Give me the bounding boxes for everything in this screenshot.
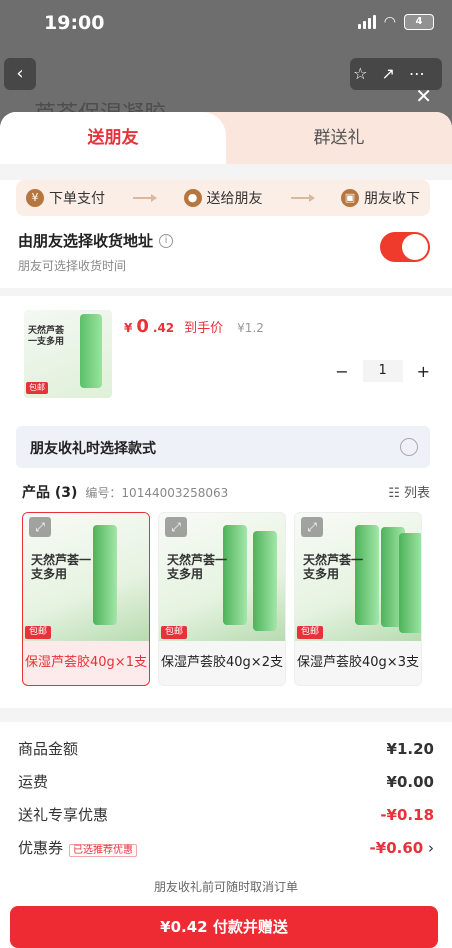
fee-row: 商品金额 ¥1.20 bbox=[18, 732, 434, 765]
yen-icon: ¥ bbox=[26, 189, 44, 207]
option-image: ⤢ 天然芦荟一支多用 包邮 bbox=[295, 513, 421, 641]
address-subtitle: 朋友可选择收货时间 bbox=[18, 259, 127, 273]
coupon-row[interactable]: 优惠券 已选推荐优惠 -¥0.60 › bbox=[18, 831, 434, 864]
list-icon: ☷ bbox=[388, 486, 400, 501]
list-mode-label: 列表 bbox=[403, 486, 430, 501]
product-option[interactable]: ⤢ 天然芦荟一支多用 包邮 保湿芦荟胶40g×2支 bbox=[158, 512, 286, 686]
expand-icon[interactable]: ⤢ bbox=[301, 517, 323, 537]
address-option: 由朋友选择收货地址 i 朋友可选择收货时间 bbox=[0, 216, 452, 288]
fee-label: 运费 bbox=[18, 773, 49, 791]
fee-value: -¥0.18 bbox=[380, 805, 434, 824]
product-options: ⤢ 天然芦荟一支多用 包邮 保湿芦荟胶40g×1支 ⤢ 天然芦荟一支多用 包邮 … bbox=[22, 512, 430, 686]
arrow-icon bbox=[290, 194, 315, 202]
option-image-text: 天然芦荟一支多用 bbox=[31, 553, 92, 581]
status-bar: 19:00 ◠ 4 bbox=[0, 0, 452, 48]
option-name: 保湿芦荟胶40g×1支 bbox=[25, 655, 147, 670]
cancel-note: 朋友收礼前可随时取消订单 bbox=[153, 880, 298, 894]
status-time: 19:00 bbox=[44, 12, 105, 34]
option-badge: 包邮 bbox=[25, 626, 52, 639]
tab-group-gift[interactable]: 群送礼 bbox=[226, 112, 452, 164]
product-summary: 天然芦荟一支多用 包邮 ¥0.42 到手价 ¥1.2 − 1 + bbox=[0, 296, 452, 416]
friend-choose-label: 朋友收礼时选择款式 bbox=[30, 441, 156, 457]
address-toggle[interactable] bbox=[380, 232, 430, 262]
coupon-chip: 已选推荐优惠 bbox=[69, 844, 138, 857]
signal-icon bbox=[357, 15, 376, 29]
option-badge: 包邮 bbox=[297, 626, 324, 639]
gift-steps: ¥ 下单支付 ● 送给朋友 ▣ 朋友收下 bbox=[16, 180, 430, 216]
product-option[interactable]: ⤢ 天然芦荟一支多用 包邮 保湿芦荟胶40g×1支 bbox=[22, 512, 150, 686]
price-label: 到手价 bbox=[184, 321, 224, 336]
arrow-icon bbox=[133, 194, 158, 202]
gift-sheet: 送朋友 群送礼 ¥ 下单支付 ● 送给朋友 ▣ 朋友收下 由朋友选择收货地址 i 朋友可… bbox=[0, 112, 452, 948]
thumb-text: 天然芦荟一支多用 bbox=[28, 326, 65, 347]
step-label: 朋友收下 bbox=[364, 191, 420, 207]
fee-value: ¥0.00 bbox=[386, 772, 434, 791]
list-mode-button[interactable]: ☷ 列表 bbox=[388, 482, 430, 501]
price-currency: ¥ bbox=[124, 321, 133, 335]
step-label: 送给朋友 bbox=[206, 191, 263, 207]
fee-value: -¥0.60 bbox=[369, 838, 424, 857]
thumb-tag: 包邮 bbox=[26, 382, 48, 394]
fee-label: 商品金额 bbox=[18, 740, 79, 758]
fee-label: 优惠券 bbox=[18, 839, 64, 857]
info-icon[interactable]: i bbox=[159, 233, 174, 248]
price-dec: .42 bbox=[152, 321, 175, 335]
minus-button[interactable]: − bbox=[335, 362, 348, 381]
option-badge: 包邮 bbox=[161, 626, 188, 639]
product-option[interactable]: ⤢ 天然芦荟一支多用 包邮 保湿芦荟胶40g×3支 bbox=[294, 512, 422, 686]
address-title: 由朋友选择收货地址 bbox=[18, 232, 154, 250]
option-image-text: 天然芦荟一支多用 bbox=[303, 553, 364, 581]
step-label: 下单支付 bbox=[49, 191, 105, 207]
tab-bar: 送朋友 群送礼 bbox=[0, 112, 452, 164]
fee-value: ¥1.20 bbox=[386, 739, 434, 758]
expand-icon[interactable]: ⤢ bbox=[165, 517, 187, 537]
expand-icon[interactable]: ⤢ bbox=[29, 517, 51, 537]
price-int: 0 bbox=[136, 316, 149, 337]
option-image: ⤢ 天然芦荟一支多用 包邮 bbox=[159, 513, 285, 641]
fee-row: 送礼专享优惠 -¥0.18 bbox=[18, 798, 434, 831]
bottom-bar: 朋友收礼前可随时取消订单 ¥0.42 付款并赠送 bbox=[0, 868, 452, 948]
back-button[interactable]: ‹ bbox=[4, 58, 36, 90]
close-icon[interactable]: ✕ bbox=[415, 84, 432, 108]
tab-send-friend[interactable]: 送朋友 bbox=[0, 112, 226, 164]
option-name: 保湿芦荟胶40g×2支 bbox=[161, 655, 283, 670]
fee-row: 运费 ¥0.00 bbox=[18, 765, 434, 798]
products-title: 产品 (3) bbox=[22, 485, 78, 501]
products-header: 产品 (3) 编号：10144003258063 ☷ 列表 bbox=[22, 482, 430, 502]
chevron-right-icon: › bbox=[428, 838, 434, 857]
battery-icon: 4 bbox=[404, 14, 434, 30]
wifi-icon: ◠ bbox=[383, 14, 396, 30]
original-price: ¥1.2 bbox=[237, 321, 264, 335]
product-code: 编号：10144003258063 bbox=[85, 486, 229, 500]
option-image: ⤢ 天然芦荟一支多用 包邮 bbox=[23, 513, 149, 641]
option-image-text: 天然芦荟一支多用 bbox=[167, 553, 228, 581]
product-thumbnail: 天然芦荟一支多用 包邮 bbox=[24, 310, 112, 398]
quantity-stepper: − 1 + bbox=[335, 360, 430, 382]
wechat-icon: ● bbox=[183, 189, 202, 207]
friend-choose-option[interactable]: 朋友收礼时选择款式 bbox=[16, 426, 430, 468]
pay-and-gift-button[interactable]: ¥0.42 付款并赠送 bbox=[10, 906, 438, 948]
plus-button[interactable]: + bbox=[417, 362, 430, 381]
gift-icon: ▣ bbox=[341, 189, 359, 207]
radio-button[interactable] bbox=[400, 438, 418, 456]
option-name: 保湿芦荟胶40g×3支 bbox=[297, 655, 419, 670]
fee-summary: 商品金额 ¥1.20 运费 ¥0.00 送礼专享优惠 -¥0.18 优惠券 已选推荐优惠… bbox=[0, 722, 452, 882]
quantity-value[interactable]: 1 bbox=[362, 360, 403, 382]
fee-label: 送礼专享优惠 bbox=[18, 806, 109, 824]
